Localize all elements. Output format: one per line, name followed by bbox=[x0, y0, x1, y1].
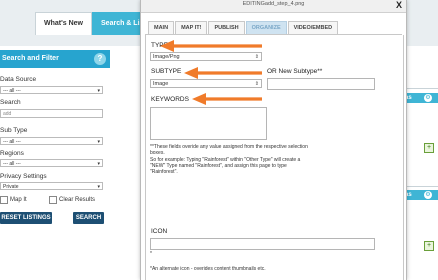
search-label: Search bbox=[0, 99, 21, 106]
tab-organize[interactable]: ORGANIZE bbox=[245, 21, 287, 35]
icon-input[interactable] bbox=[150, 238, 375, 250]
chevron-down-icon: ⇕ bbox=[254, 54, 259, 60]
panel-header: as ⚙ bbox=[402, 190, 438, 200]
tab-map-it[interactable]: MAP IT! bbox=[175, 21, 208, 35]
regions-label: Regions bbox=[0, 150, 24, 157]
gear-icon[interactable]: ⚙ bbox=[424, 94, 432, 102]
sub-type-label: Sub Type bbox=[0, 127, 28, 134]
arrow-subtype-annotation bbox=[184, 67, 262, 79]
help-icon[interactable]: ? bbox=[94, 53, 106, 65]
subtype-value: Image bbox=[153, 81, 169, 87]
checkbox-icon bbox=[0, 196, 8, 204]
clear-results-label: Clear Results bbox=[59, 197, 96, 203]
data-source-value: --- all --- bbox=[3, 88, 21, 94]
override-note: **These fields overide any value assigne… bbox=[150, 144, 390, 175]
close-icon[interactable]: X bbox=[396, 0, 402, 11]
sub-type-select[interactable]: --- all --- ▾ bbox=[0, 137, 103, 145]
data-source-label: Data Source bbox=[0, 76, 37, 83]
sub-type-value: --- all --- bbox=[3, 139, 21, 145]
privacy-select[interactable]: Private ▾ bbox=[0, 182, 103, 190]
add-icon[interactable]: + bbox=[424, 241, 434, 251]
new-subtype-label: OR New Subtype** bbox=[267, 68, 323, 75]
panel-divider bbox=[402, 88, 438, 89]
privacy-label: Privacy Settings bbox=[0, 173, 47, 180]
modal-tabs: MAIN MAP IT! PUBLISH ORGANIZE VIDEO/EMBE… bbox=[148, 21, 339, 35]
panel-header: as ⚙ bbox=[402, 93, 438, 103]
tab-publish[interactable]: PUBLISH bbox=[208, 21, 245, 35]
chevron-down-icon: ▾ bbox=[97, 88, 100, 94]
keywords-label: KEYWORDS bbox=[151, 96, 189, 103]
checkbox-icon bbox=[49, 196, 57, 204]
tab-video-embed[interactable]: VIDEO/EMBED bbox=[287, 21, 339, 35]
icon-note: *An alternate icon - overides content th… bbox=[150, 266, 266, 272]
add-icon[interactable]: + bbox=[424, 143, 434, 153]
tab-main[interactable]: MAIN bbox=[148, 21, 175, 35]
search-input[interactable]: add bbox=[0, 109, 103, 118]
gear-icon[interactable]: ⚙ bbox=[424, 191, 432, 199]
chevron-down-icon: ▾ bbox=[97, 184, 100, 190]
note-line: "Rainforest". bbox=[150, 169, 178, 176]
reset-listings-button[interactable]: RESET LISTINGS bbox=[0, 212, 52, 224]
arrow-type-annotation bbox=[160, 40, 262, 52]
map-it-label: Map It bbox=[10, 197, 27, 203]
regions-select[interactable]: --- all --- ▾ bbox=[0, 159, 103, 167]
regions-value: --- all --- bbox=[3, 161, 21, 167]
chevron-down-icon: ▾ bbox=[97, 139, 100, 145]
tab-whats-new[interactable]: What's New bbox=[35, 12, 93, 35]
subtype-label: SUBTYPE bbox=[151, 68, 182, 75]
privacy-value: Private bbox=[3, 184, 19, 190]
type-select[interactable]: Image/Png ⇕ bbox=[150, 52, 262, 61]
search-button[interactable]: SEARCH bbox=[73, 212, 104, 224]
type-value: Image/Png bbox=[153, 54, 180, 60]
panel-divider bbox=[402, 186, 438, 187]
icon-label: ICON bbox=[151, 228, 168, 235]
map-it-checkbox[interactable]: Map It bbox=[0, 196, 27, 204]
icon-asterisk: * bbox=[150, 251, 152, 257]
data-source-select[interactable]: --- all --- ▾ bbox=[0, 86, 103, 94]
modal-title: EDITINGadd_step_4.png bbox=[242, 1, 305, 7]
clear-results-checkbox[interactable]: Clear Results bbox=[49, 196, 95, 204]
arrow-keywords-annotation bbox=[192, 93, 262, 105]
chevron-down-icon: ▾ bbox=[97, 161, 100, 167]
modal-titlebar: EDITINGadd_step_4.png X bbox=[141, 0, 406, 13]
new-subtype-input[interactable] bbox=[267, 78, 375, 90]
subtype-select[interactable]: Image ⇕ bbox=[150, 79, 262, 88]
keywords-textarea[interactable] bbox=[150, 107, 267, 140]
chevron-down-icon: ⇕ bbox=[254, 81, 259, 87]
